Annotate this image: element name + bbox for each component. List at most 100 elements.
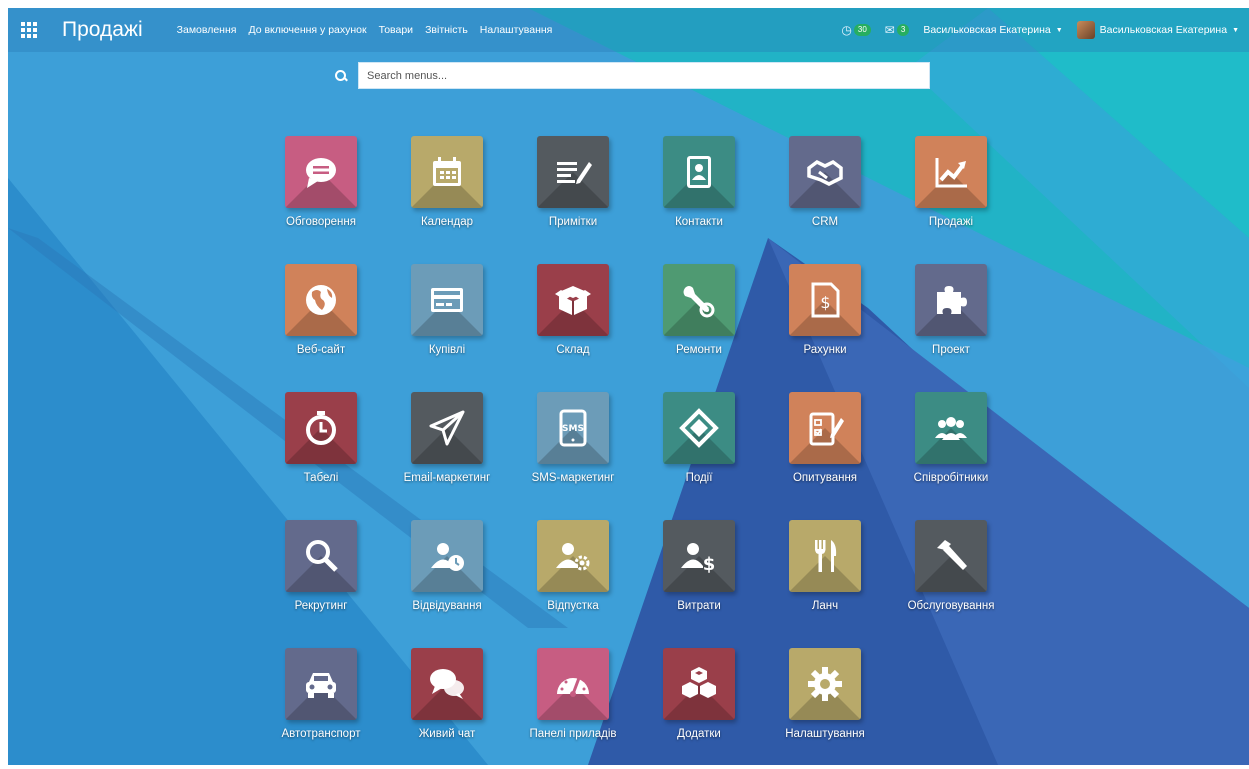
app-tile-gear[interactable]: Налаштування	[762, 648, 888, 765]
search-input[interactable]	[358, 62, 930, 89]
search-icon	[334, 69, 348, 83]
wrench-icon	[683, 286, 715, 318]
app-label: Продажі	[928, 216, 974, 228]
main-menu: Замовлення До включення у рахунок Товари…	[177, 24, 553, 36]
calendar-icon	[433, 157, 461, 186]
stopwatch-icon	[306, 411, 336, 445]
app-tile-chart-up[interactable]: Продажі	[888, 136, 1014, 264]
messages-count-badge: 3	[896, 24, 910, 36]
apps-grid-icon[interactable]	[18, 19, 40, 41]
app-icon-box	[411, 264, 483, 336]
ticket-icon	[679, 408, 719, 448]
hammer-icon	[937, 540, 967, 570]
app-label: Додатки	[677, 728, 721, 740]
credit-card-icon	[431, 288, 463, 312]
caret-down-icon: ▼	[1055, 26, 1063, 34]
gear-icon	[808, 667, 842, 701]
app-tile-magnifier[interactable]: Рекрутинг	[258, 520, 384, 648]
app-tile-calendar[interactable]: Календар	[384, 136, 510, 264]
app-tile-contacts[interactable]: Контакти	[636, 136, 762, 264]
puzzle-icon	[937, 286, 967, 314]
app-label: Живий чат	[418, 728, 476, 740]
globe-icon	[306, 285, 336, 315]
app-tile-people[interactable]: Співробітники	[888, 392, 1014, 520]
app-tile-wrench[interactable]: Ремонти	[636, 264, 762, 392]
app-label: Витрати	[677, 600, 721, 612]
fork-knife-icon	[815, 540, 837, 572]
app-tile-globe[interactable]: Веб-сайт	[258, 264, 384, 392]
user-gear-icon	[556, 543, 590, 571]
app-label: Ланч	[811, 600, 839, 612]
app-tile-user-gear[interactable]: Відпустка	[510, 520, 636, 648]
app-tile-paper-plane[interactable]: Email-маркетинг	[384, 392, 510, 520]
app-label: Автотранспорт	[281, 728, 361, 740]
app-icon-box	[663, 392, 735, 464]
app-icon-box	[663, 136, 735, 208]
app-label: Ремонти	[676, 344, 722, 356]
app-label: Обговорення	[286, 216, 356, 228]
app-tile-sms-phone[interactable]: SMS SMS-маркетинг	[510, 392, 636, 520]
cubes-icon	[682, 667, 716, 698]
app-tile-handshake[interactable]: CRM	[762, 136, 888, 264]
app-label: Купівлі	[428, 344, 466, 356]
survey-icon	[809, 412, 844, 446]
invoice-icon: $	[811, 282, 840, 318]
app-tile-stopwatch[interactable]: Табелі	[258, 392, 384, 520]
user-menu[interactable]: Васильковская Екатерина ▼	[1076, 21, 1239, 39]
app-tile-box[interactable]: Склад	[510, 264, 636, 392]
company-switcher[interactable]: Васильковская Екатерина ▼	[923, 24, 1062, 36]
app-icon-box	[915, 392, 987, 464]
user-name: Васильковская Екатерина	[1099, 24, 1228, 36]
activities-button[interactable]: ◷ 30	[841, 23, 871, 37]
app-label: SMS-маркетинг	[531, 472, 615, 484]
app-icon-box	[915, 264, 987, 336]
user-clock-icon	[431, 543, 464, 571]
menu-item-reporting[interactable]: Звітність	[425, 24, 468, 36]
app-tile-chat-bubbles[interactable]: Живий чат	[384, 648, 510, 765]
app-icon-box	[537, 520, 609, 592]
app-icon-box: SMS	[537, 392, 609, 464]
menu-item-settings[interactable]: Налаштування	[480, 24, 553, 36]
car-icon	[306, 673, 336, 698]
app-icon-box	[285, 520, 357, 592]
app-icon-box	[789, 520, 861, 592]
app-icon-box	[789, 392, 861, 464]
people-icon	[935, 417, 967, 440]
app-tile-user-clock[interactable]: Відвідування	[384, 520, 510, 648]
app-label: Проект	[932, 344, 970, 356]
app-icon-box	[411, 392, 483, 464]
app-tile-cubes[interactable]: Додатки	[636, 648, 762, 765]
app-icon-box	[789, 648, 861, 720]
app-brand: Продажі	[62, 18, 143, 41]
comments-icon: ✉	[884, 23, 895, 37]
app-label: Рахунки	[803, 344, 847, 356]
menu-item-to-invoice[interactable]: До включення у рахунок	[248, 24, 366, 36]
app-label: Email-маркетинг	[403, 472, 491, 484]
app-tile-invoice[interactable]: $ Рахунки	[762, 264, 888, 392]
menu-item-products[interactable]: Товари	[379, 24, 413, 36]
app-tile-notes[interactable]: Примітки	[510, 136, 636, 264]
app-tile-puzzle[interactable]: Проект	[888, 264, 1014, 392]
app-label: Календар	[420, 216, 474, 228]
messages-button[interactable]: ✉ 3	[885, 23, 910, 37]
app-tile-credit-card[interactable]: Купівлі	[384, 264, 510, 392]
app-tile-car[interactable]: Автотранспорт	[258, 648, 384, 765]
menu-item-orders[interactable]: Замовлення	[177, 24, 237, 36]
app-label: Співробітники	[913, 472, 989, 484]
app-tile-user-dollar[interactable]: $ Витрати	[636, 520, 762, 648]
app-tile-chat[interactable]: Обговорення	[258, 136, 384, 264]
app-tile-dashboard[interactable]: Панелі приладів	[510, 648, 636, 765]
app-label: Обслуговування	[907, 600, 995, 612]
svg-text:$: $	[703, 554, 716, 575]
app-icon-box	[285, 648, 357, 720]
caret-down-icon: ▼	[1232, 26, 1239, 34]
app-tile-ticket[interactable]: Події	[636, 392, 762, 520]
box-icon	[555, 286, 591, 315]
app-label: Склад	[556, 344, 590, 356]
app-tile-fork-knife[interactable]: Ланч	[762, 520, 888, 648]
app-label: Відвідування	[412, 600, 482, 612]
app-tile-hammer[interactable]: Обслуговування	[888, 520, 1014, 648]
app-icon-box	[537, 648, 609, 720]
app-tile-survey[interactable]: Опитування	[762, 392, 888, 520]
company-name: Васильковская Екатерина	[923, 24, 1051, 36]
